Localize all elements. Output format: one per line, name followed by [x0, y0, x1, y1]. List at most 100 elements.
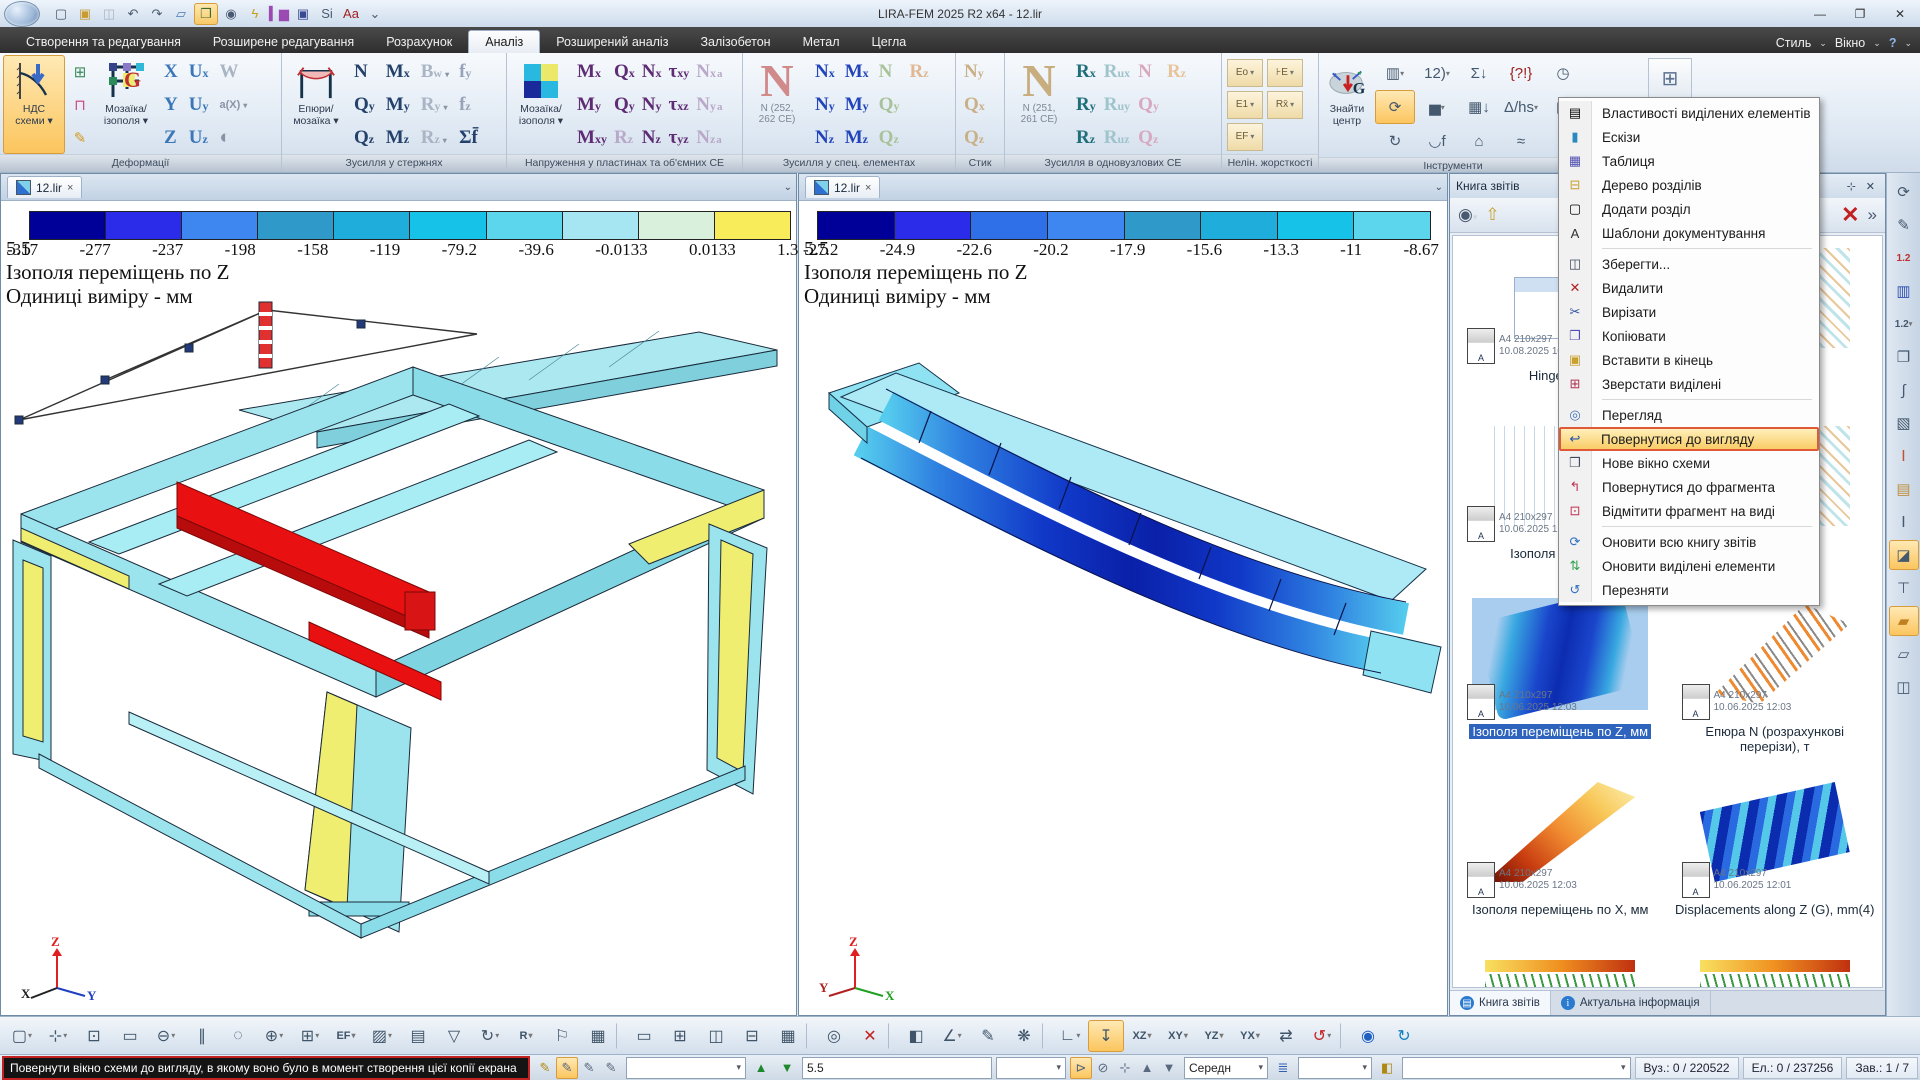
ribbon-letter-button[interactable]: Mx: [574, 61, 611, 83]
scale-value-field[interactable]: 5.5: [802, 1057, 992, 1079]
ribbon-letter-button[interactable]: Uy: [184, 94, 215, 116]
ribbon-letter-button[interactable]: My: [381, 94, 416, 116]
plane-xz-icon[interactable]: XZ: [1124, 1020, 1160, 1052]
ribbon-letter-button[interactable]: Qz: [959, 127, 990, 149]
import-icon[interactable]: ⇧: [1485, 205, 1499, 225]
rotate-ccw-icon[interactable]: ↺: [1304, 1020, 1340, 1052]
mosaic-sum-icon[interactable]: ▦↓: [1459, 90, 1499, 124]
zoom-icon[interactable]: ◎: [816, 1020, 852, 1052]
grid2-icon[interactable]: ⊞: [662, 1020, 698, 1052]
ribbon-tab[interactable]: Розширений аналіз: [540, 31, 684, 53]
panel-tab[interactable]: ▤ Книга звітів: [1450, 991, 1551, 1015]
plate-icon[interactable]: ▱: [1889, 639, 1919, 669]
context-menu-item[interactable]: ✕ Видалити: [1559, 276, 1819, 300]
ribbon-letter-button[interactable]: Nz: [639, 127, 666, 149]
question-icon[interactable]: {?!}: [1501, 56, 1541, 90]
context-menu-item[interactable]: ▣ Вставити в кінець: [1559, 348, 1819, 372]
context-menu-item[interactable]: ▤ Властивості виділених елементів: [1559, 101, 1819, 125]
single-node-n-button[interactable]: N N (251, 261 CE): [1008, 55, 1070, 154]
panel-tab[interactable]: i Актуальна інформація: [1551, 991, 1711, 1015]
section-cut-icon[interactable]: ◫: [1889, 672, 1919, 702]
sync-icon[interactable]: ↻: [1386, 1020, 1422, 1052]
plane-xy-icon[interactable]: XY: [1160, 1020, 1196, 1052]
refresh-all-views-icon[interactable]: ↻: [1375, 124, 1415, 158]
ribbon-letter-button[interactable]: Nx: [639, 61, 666, 83]
fragment-select-icon[interactable]: ▢: [4, 1020, 40, 1052]
tools-icon[interactable]: ❋: [1006, 1020, 1042, 1052]
ribbon-letter-button[interactable]: Qz: [1134, 127, 1163, 149]
tab-close-icon[interactable]: ×: [865, 182, 871, 194]
two-windows-icon[interactable]: ▥: [1889, 276, 1919, 306]
context-menu-item[interactable]: ◫ Зберегти...: [1559, 252, 1819, 276]
frame-nodes-icon[interactable]: ⊞: [67, 59, 93, 85]
restore-button[interactable]: ❐: [1840, 2, 1880, 26]
context-menu-item[interactable]: A Шаблони документування: [1559, 221, 1819, 245]
save-icon[interactable]: ◫: [98, 4, 120, 24]
snapshot-camera-icon[interactable]: ◉▾: [1458, 205, 1477, 225]
clock-icon[interactable]: ◷: [1543, 56, 1583, 90]
context-menu-item[interactable]: [1559, 245, 1819, 252]
close-button[interactable]: ✕: [1880, 2, 1920, 26]
axis-top-icon[interactable]: ↧: [1088, 1020, 1124, 1052]
axes-grid-icon[interactable]: ▦: [770, 1020, 806, 1052]
rx-icon[interactable]: Rx̄: [1267, 91, 1303, 119]
increase-scale-button[interactable]: ▲: [750, 1057, 772, 1079]
ribbon-letter-button[interactable]: Qx: [611, 61, 639, 83]
camera-icon[interactable]: ◉: [220, 4, 242, 24]
extrude-icon[interactable]: ◪: [1889, 540, 1919, 570]
context-menu-item[interactable]: ❒ Нове вікно схеми: [1559, 451, 1819, 475]
ribbon-letter-button[interactable]: Ux: [184, 61, 215, 83]
context-menu-item[interactable]: ◎ Перегляд: [1559, 403, 1819, 427]
ribbon-letter-button[interactable]: Nz: [810, 127, 840, 149]
ep-diagram-icon[interactable]: ∫: [1889, 375, 1919, 405]
ribbon-letter-button[interactable]: Qy: [874, 94, 905, 116]
edit-redo-icon[interactable]: ✎: [556, 1057, 578, 1079]
status-combo-1[interactable]: ▾: [626, 1057, 746, 1079]
context-menu-item[interactable]: ↺ Перезняти: [1559, 578, 1819, 602]
toolbar-button[interactable]: [1042, 1023, 1052, 1049]
paint-icon[interactable]: ◧: [898, 1020, 934, 1052]
ribbon-letter-button[interactable]: Mz: [840, 127, 874, 149]
ribbon-letter-button[interactable]: Rz: [904, 61, 933, 83]
ribbon-letter-button[interactable]: Ny: [810, 94, 840, 116]
down-gray-icon[interactable]: ▼: [1158, 1057, 1180, 1079]
crane-model-3d-view[interactable]: [9, 292, 789, 982]
grid-icon[interactable]: ⊞: [292, 1020, 328, 1052]
ribbon-letter-button[interactable]: Qx: [959, 94, 990, 116]
ribbon-letter-button[interactable]: Rx: [1072, 61, 1100, 83]
toolbar-button[interactable]: [806, 1023, 816, 1049]
report-thumbnail[interactable]: A A4 210x29710.06.2025 12:01 Displacemen…: [1668, 770, 1883, 948]
report-thumbnail[interactable]: A A4 210x29710.06.2025 12:03 Епюра N (ро…: [1668, 592, 1883, 770]
ribbon-letter-button[interactable]: Rz: [611, 127, 639, 149]
context-menu-item[interactable]: ▢ Додати розділ: [1559, 197, 1819, 221]
ribbon-letter-button[interactable]: Mx: [840, 61, 874, 83]
diagrams-mosaic-button[interactable]: Епюри/ мозаїка ▾: [285, 55, 347, 154]
report-thumbnail[interactable]: A A4 210x29710.06.2025 12:03 Ізополя пер…: [1453, 770, 1668, 948]
masonry-icon[interactable]: ▤: [1889, 474, 1919, 504]
status-combo-2[interactable]: ▾: [996, 1057, 1066, 1079]
box-icon[interactable]: ◫: [698, 1020, 734, 1052]
hatch-icon[interactable]: ▨: [364, 1020, 400, 1052]
restore-icon[interactable]: ⊕: [256, 1020, 292, 1052]
parallel-icon[interactable]: ∥: [184, 1020, 220, 1052]
ribbon-tab[interactable]: Розширене редагування: [197, 31, 370, 53]
grid3-icon[interactable]: ⊟: [734, 1020, 770, 1052]
plane-yz-icon[interactable]: YZ: [1196, 1020, 1232, 1052]
ribbon-letter-button[interactable]: τyz: [665, 127, 693, 149]
pink-frame-icon[interactable]: ⊓: [67, 92, 93, 118]
angle-icon[interactable]: ∠: [934, 1020, 970, 1052]
ribbon-letter-button[interactable]: Mxy: [574, 127, 611, 149]
panel-close-icon[interactable]: ✕: [1862, 180, 1879, 193]
ribbon-letter-button[interactable]: W: [214, 61, 252, 83]
fragment-copy-icon[interactable]: ❐: [1889, 342, 1919, 372]
ribbon-letter-button[interactable]: Nxa: [693, 61, 725, 83]
ribbon-tab[interactable]: Створення та редагування: [10, 31, 197, 53]
special-n-button[interactable]: N N (252, 262 CE): [746, 55, 808, 154]
status-combo-3[interactable]: ▾: [1298, 1057, 1372, 1079]
ribbon-letter-button[interactable]: fz: [454, 94, 484, 116]
decrease-scale-button[interactable]: ▼: [776, 1057, 798, 1079]
sum-loads-icon[interactable]: Σ↓: [1459, 56, 1499, 90]
report-book-icon[interactable]: ❐: [194, 3, 218, 25]
context-menu-item[interactable]: [1559, 523, 1819, 530]
ribbon-tab[interactable]: Цегла: [856, 31, 923, 53]
